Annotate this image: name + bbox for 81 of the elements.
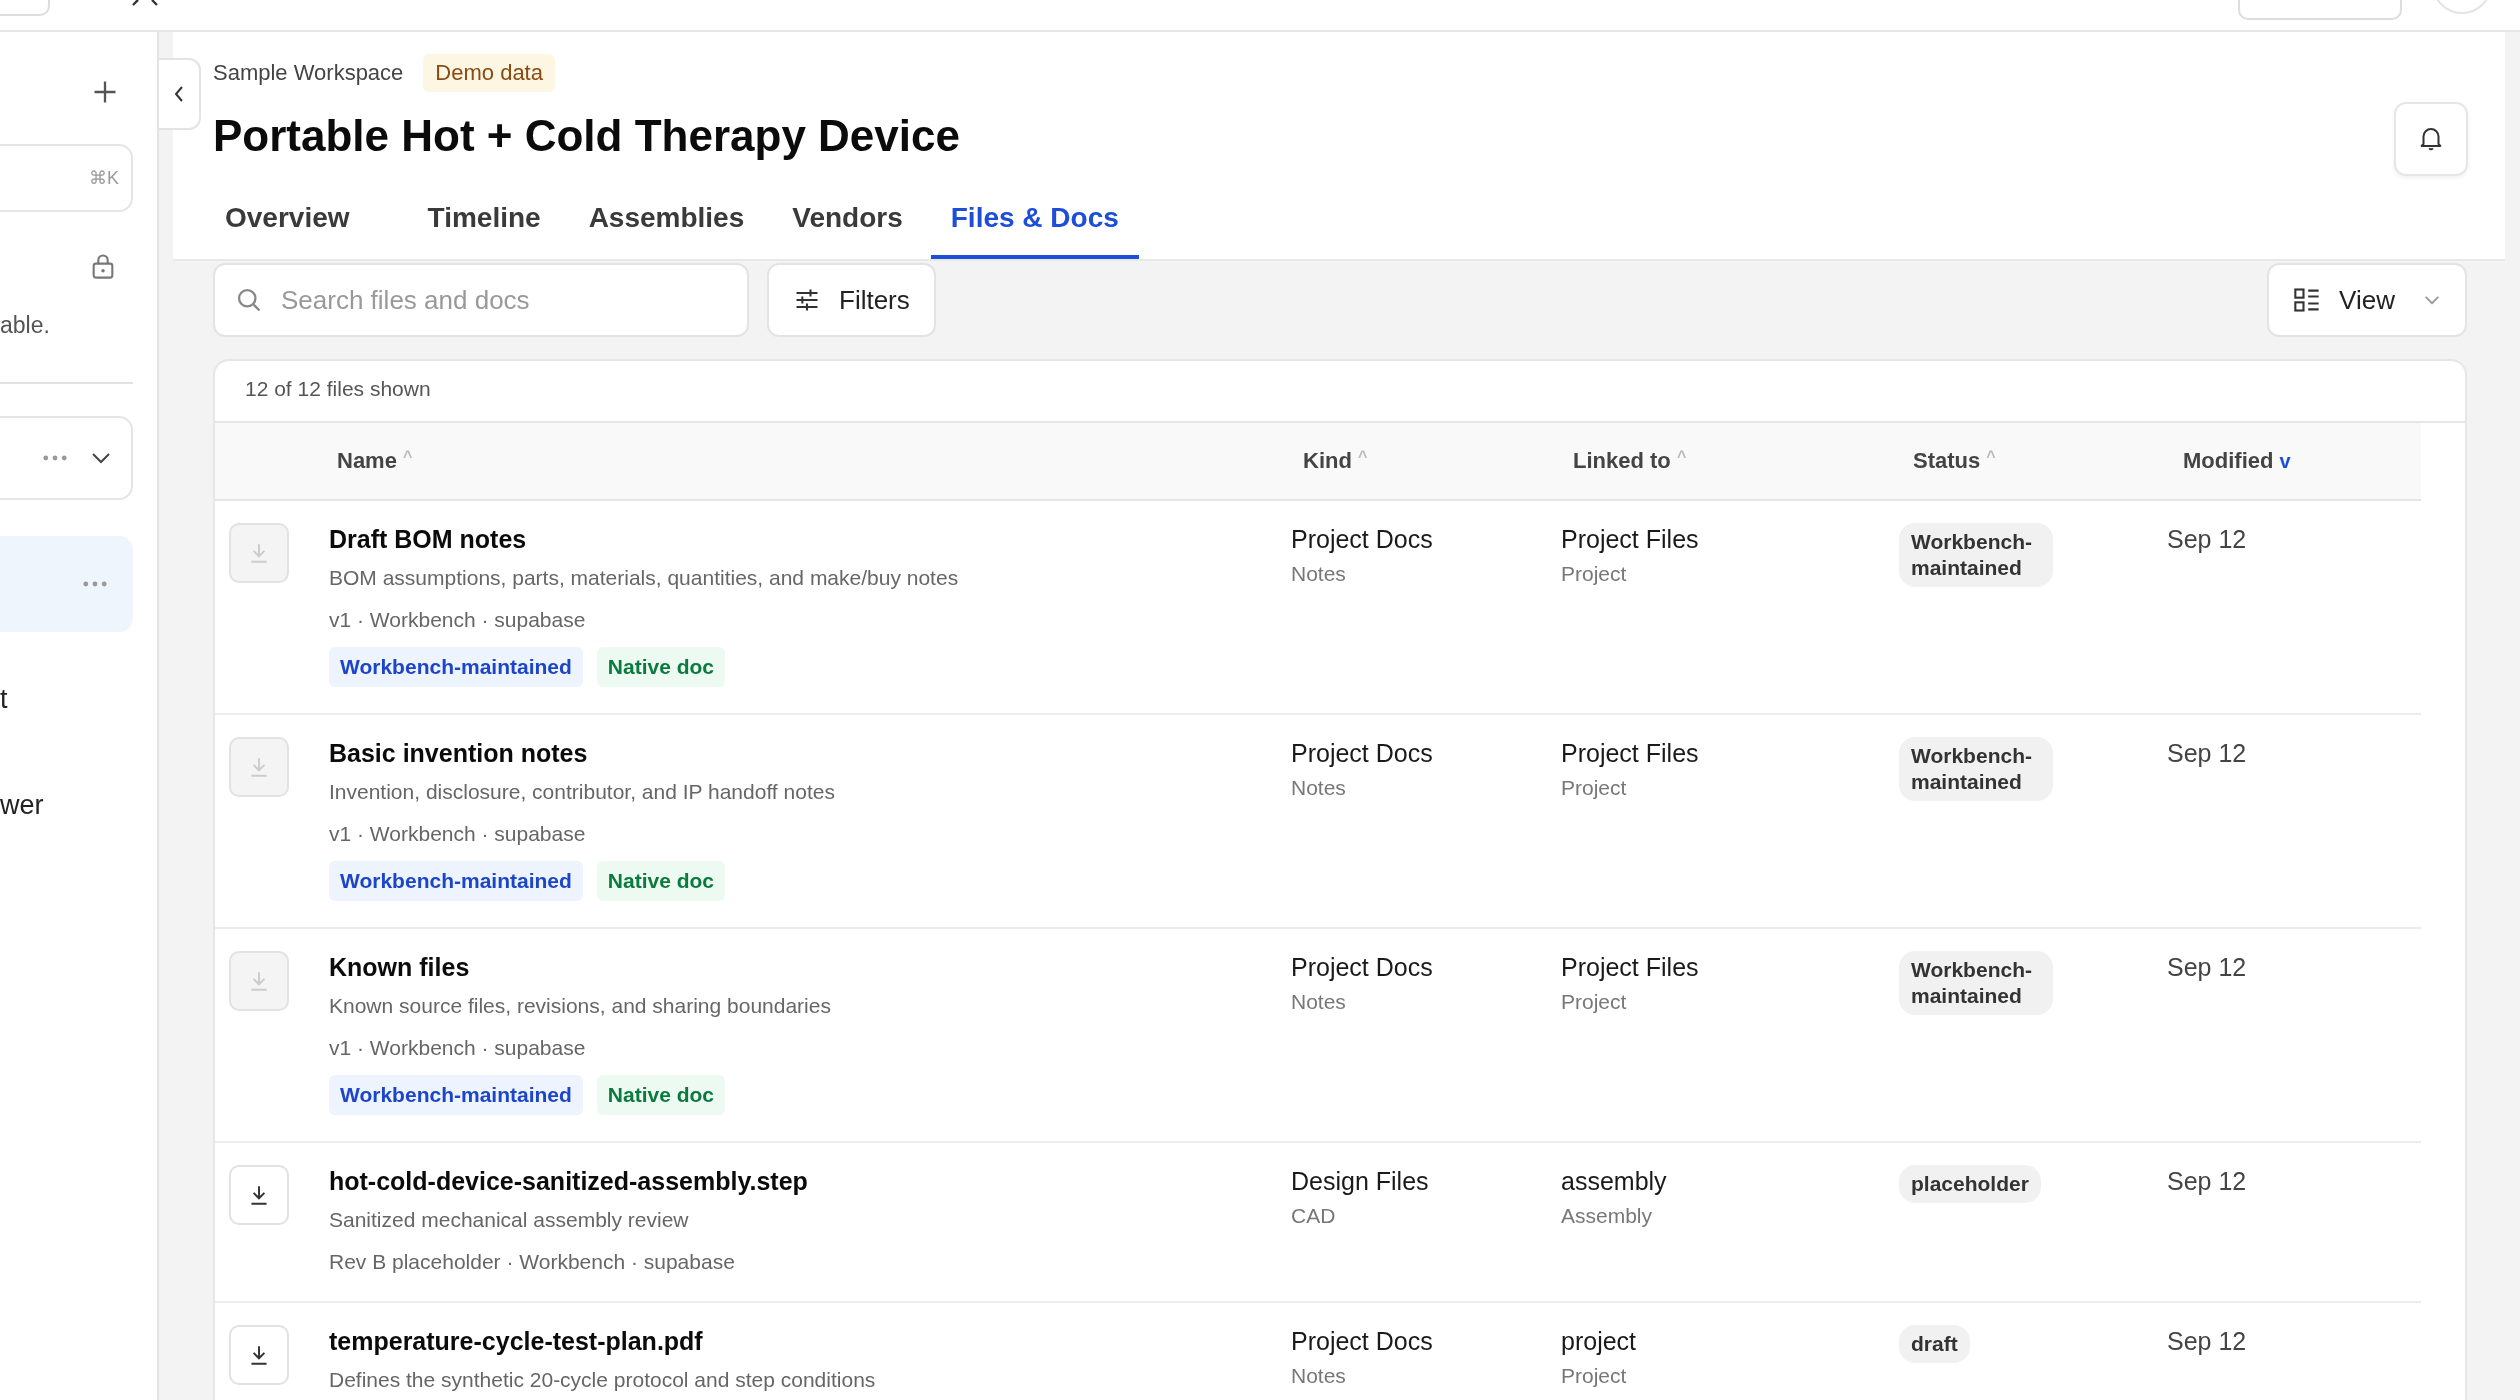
- file-meta: v1 · Workbench · supabase: [329, 1035, 587, 1061]
- file-description: Known source files, revisions, and sharing boundaries: [329, 993, 832, 1019]
- file-description: BOM assumptions, parts, materials, quantities, and make/buy notes: [329, 565, 960, 591]
- download-button[interactable]: [229, 1325, 289, 1385]
- status-pill: placeholder: [1899, 1165, 2041, 1203]
- file-meta: v1 · Workbench · supabase: [329, 821, 587, 847]
- page-title: Portable Hot + Cold Therapy Device: [213, 110, 961, 162]
- tag: Native doc: [596, 1075, 725, 1115]
- modified-date: Sep 12: [2167, 525, 2247, 553]
- linked-type: Assembly: [1561, 1203, 1654, 1229]
- collapse-button[interactable]: [159, 58, 201, 130]
- status-pill: Workbench-maintained: [1899, 523, 2053, 587]
- modified-date: Sep 12: [2167, 1167, 2247, 1195]
- file-meta: v1 · Workbench · supabase: [329, 607, 587, 633]
- search-field[interactable]: Search files and docs: [213, 263, 749, 337]
- tag: Native doc: [596, 861, 725, 901]
- breadcrumb[interactable]: Sample Workspace: [213, 60, 404, 86]
- linked-item: project: [1561, 1326, 1638, 1357]
- tab[interactable]: Assemblies: [568, 200, 765, 259]
- file-description: Invention, disclosure, contributor, and IP handoff notes: [329, 779, 836, 805]
- sidebar-item[interactable]: t: [0, 682, 157, 718]
- linked-type: Project: [1561, 775, 1628, 801]
- file-subkind: Notes: [1291, 989, 1347, 1015]
- tag: Native doc: [596, 647, 725, 687]
- file-kind: Design Files: [1291, 1166, 1430, 1197]
- download-button[interactable]: [229, 1165, 289, 1225]
- status-pill: Workbench-maintained: [1899, 737, 2053, 801]
- modified-date: Sep 12: [2167, 953, 2247, 981]
- more-icon[interactable]: [43, 455, 67, 461]
- tab[interactable]: Overview: [205, 200, 370, 259]
- file-description: Sanitized mechanical assembly review: [329, 1207, 690, 1233]
- tab[interactable]: Vendors: [772, 200, 923, 259]
- linked-type: Project: [1561, 561, 1628, 587]
- chevron-down-icon: [91, 452, 111, 464]
- linked-type: Project: [1561, 989, 1628, 1015]
- tab[interactable]: Files & Docs: [930, 200, 1139, 259]
- tag: Workbench-maintained: [329, 1075, 583, 1115]
- tab[interactable]: Timeline: [407, 200, 561, 259]
- file-kind: Project Docs: [1291, 1326, 1434, 1357]
- column-header[interactable]: Kind ^: [1283, 448, 1553, 474]
- file-name[interactable]: Draft BOM notes: [329, 523, 1283, 555]
- file-name[interactable]: temperature-cycle-test-plan.pdf: [329, 1325, 1283, 1357]
- file-kind: Project Docs: [1291, 738, 1434, 769]
- file-subkind: CAD: [1291, 1203, 1337, 1229]
- demo-badge: Demo data: [423, 54, 555, 92]
- linked-item: Project Files: [1561, 738, 1700, 769]
- sidebar-text: able.: [0, 311, 51, 340]
- filters-button[interactable]: Filters: [767, 263, 936, 337]
- linked-item: Project Files: [1561, 524, 1700, 555]
- view-button[interactable]: View: [2267, 263, 2467, 337]
- project-selector[interactable]: [0, 416, 133, 500]
- modified-date: Sep 12: [2167, 739, 2247, 767]
- more-icon[interactable]: [83, 581, 107, 587]
- linked-type: Project: [1561, 1363, 1628, 1389]
- notifications-button[interactable]: [2394, 102, 2468, 176]
- file-kind: Project Docs: [1291, 952, 1434, 983]
- tag: Workbench-maintained: [329, 861, 583, 901]
- sidebar-item[interactable]: wer: [0, 788, 157, 824]
- column-header[interactable]: Status ^: [1883, 448, 2153, 474]
- file-name[interactable]: hot-cold-device-sanitized-assembly.step: [329, 1165, 1283, 1197]
- file-subkind: Notes: [1291, 1363, 1347, 1389]
- column-header[interactable]: Modified v: [2153, 448, 2421, 474]
- modified-date: Sep 12: [2167, 1327, 2247, 1355]
- chevron-left-icon: [173, 84, 185, 104]
- list-view-icon: [2293, 286, 2322, 314]
- linked-item: assembly: [1561, 1166, 1668, 1197]
- file-meta: Rev B placeholder · Workbench · supabase: [329, 1249, 736, 1275]
- file-subkind: Notes: [1291, 775, 1347, 801]
- chevron-down-icon: [2423, 294, 2441, 306]
- file-description: Defines the synthetic 20-cycle protocol and step conditions: [329, 1367, 877, 1393]
- file-name[interactable]: Basic invention notes: [329, 737, 1283, 769]
- status-pill: Workbench-maintained: [1899, 951, 2053, 1015]
- column-header[interactable]: Name ^: [323, 448, 1283, 474]
- search-icon: [235, 286, 263, 314]
- file-subkind: Notes: [1291, 561, 1347, 587]
- column-header[interactable]: Linked to ^: [1553, 448, 1883, 474]
- linked-item: Project Files: [1561, 952, 1700, 983]
- status-pill: draft: [1899, 1325, 1970, 1363]
- file-name[interactable]: Known files: [329, 951, 1283, 983]
- file-kind: Project Docs: [1291, 524, 1434, 555]
- tag: Workbench-maintained: [329, 647, 583, 687]
